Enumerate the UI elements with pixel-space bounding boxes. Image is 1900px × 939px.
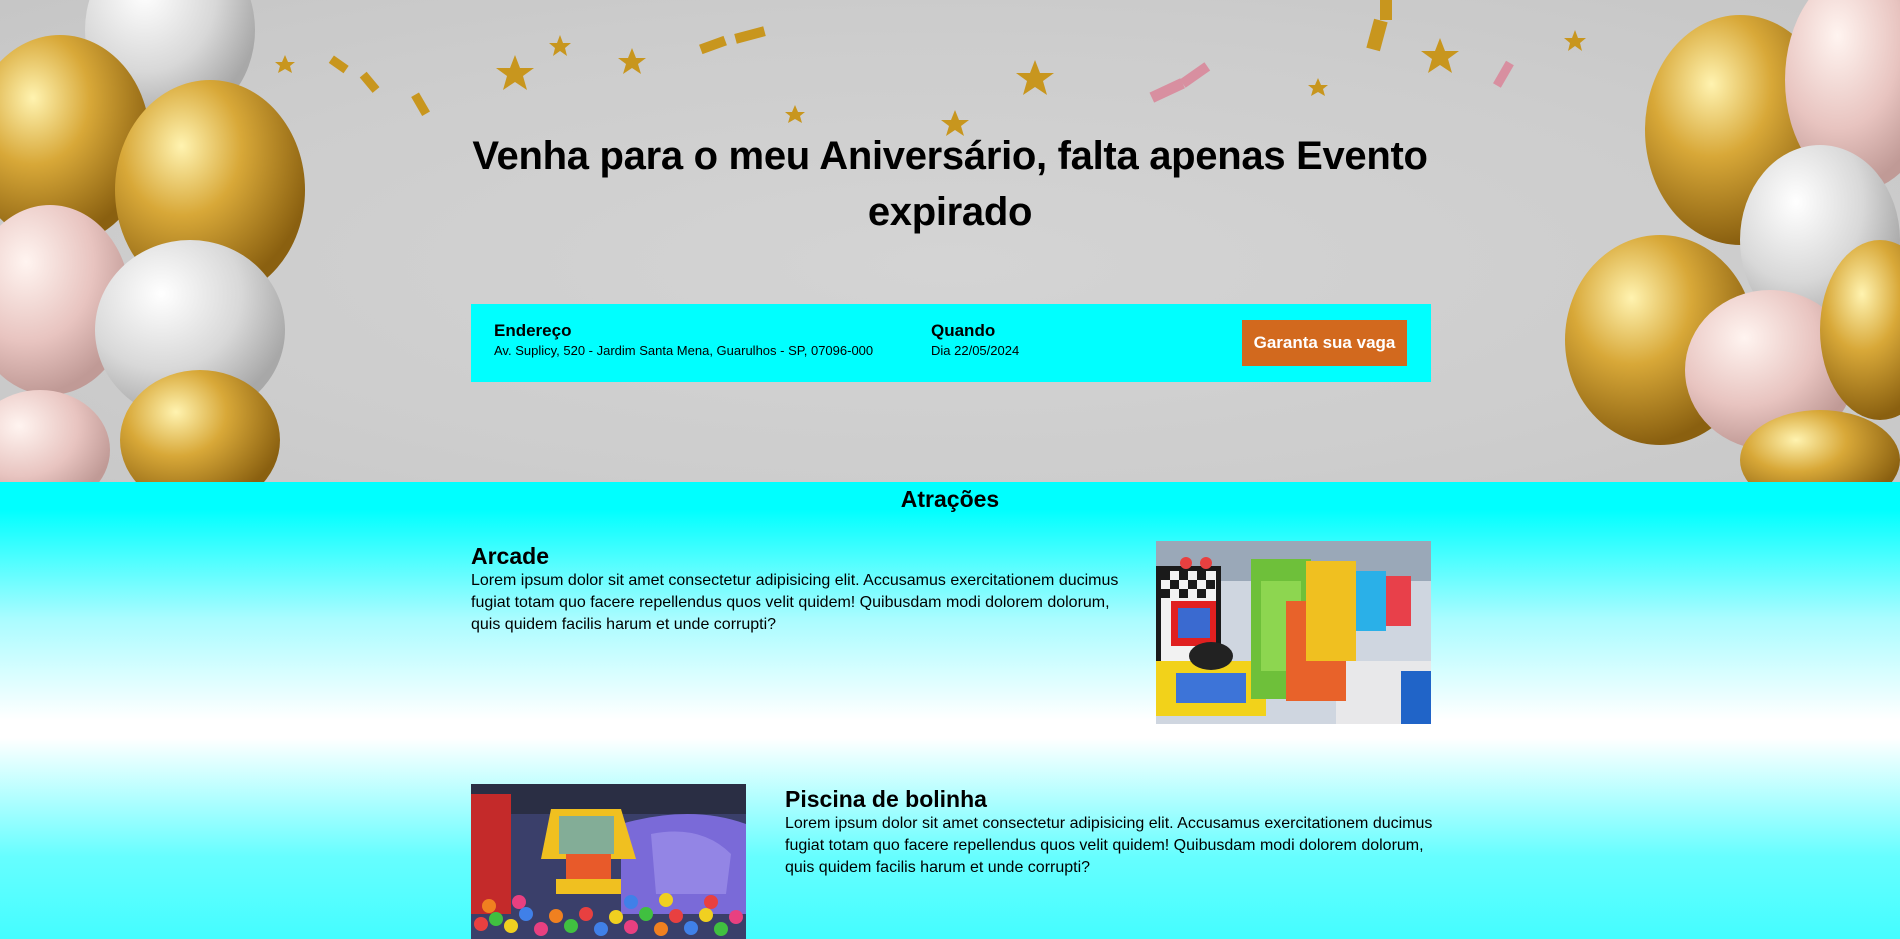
page-title: Venha para o meu Aniversário, falta apen… [472,134,1428,234]
attractions-heading: Atrações [900,486,1000,512]
attraction-description-arcade: Lorem ipsum dolor sit amet consectetur a… [471,572,1119,633]
attractions-section: Atrações Arcade Lorem ipsum dolor sit am… [0,482,1900,939]
attraction-title-ball-pit: Piscina de bolinha [785,786,987,812]
arcade-image [1156,541,1431,724]
date-block: Quando Dia 22/05/2024 [931,321,1019,359]
ball-pit-image [471,784,746,939]
date-value: Dia 22/05/2024 [931,343,1020,358]
date-label: Quando [931,321,996,340]
attraction-title-arcade: Arcade [471,543,549,569]
hero-banner: Venha para o meu Aniversário, falta apen… [0,0,1900,482]
address-value: Av. Suplicy, 520 - Jardim Santa Mena, Gu… [494,343,874,358]
attraction-description-ball-pit: Lorem ipsum dolor sit amet consectetur a… [785,815,1433,876]
balloons-background-image [0,0,1900,482]
reserve-spot-button[interactable]: Garanta sua vaga [1242,320,1407,366]
address-label: Endereço [494,321,572,340]
address-block: Endereço Av. Suplicy, 520 - Jardim Santa… [494,321,873,359]
event-info-bar: Endereço Av. Suplicy, 520 - Jardim Santa… [471,304,1431,382]
